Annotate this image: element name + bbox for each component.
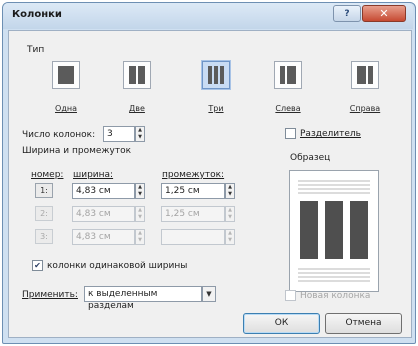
spacing-header: промежуток: (162, 170, 225, 180)
three-columns-icon (208, 66, 224, 84)
left-column-icon (280, 66, 296, 84)
preset-two-button[interactable] (123, 61, 151, 89)
close-button[interactable]: ✕ (362, 5, 406, 22)
preview-page-graphic (298, 180, 370, 282)
column-spacing-input[interactable] (161, 229, 225, 245)
column-count-spinner[interactable]: ▲ ▼ (135, 126, 145, 142)
new-column-checkbox[interactable] (285, 290, 296, 301)
preset-two-label: Две (129, 104, 145, 113)
apply-label: Применить: (22, 290, 78, 300)
preview-label: Образец (290, 153, 331, 163)
column-spacing-input[interactable]: 1,25 см (161, 206, 225, 222)
chevron-down-icon[interactable]: ▼ (202, 286, 216, 302)
one-column-icon (58, 66, 74, 84)
ok-button[interactable]: ОК (243, 313, 320, 334)
dialog-title: Колонки (12, 9, 62, 20)
preset-right-label: Справа (349, 104, 381, 113)
separator-checkbox[interactable] (285, 128, 296, 139)
preset-right-button[interactable] (351, 61, 379, 89)
preset-one-label: Одна (55, 104, 77, 113)
column-width-input[interactable]: 4,83 см (72, 183, 135, 199)
column-width-spinner[interactable]: ▲ ▼ (135, 183, 145, 199)
row-number-button[interactable]: 1: (35, 183, 53, 198)
number-header: номер: (31, 170, 64, 180)
column-width-spinner[interactable]: ▲ ▼ (135, 229, 145, 245)
type-group-label: Тип (27, 45, 45, 55)
column-spacing-spinner[interactable]: ▲ ▼ (225, 183, 235, 199)
new-column-label: Новая колонка (300, 291, 371, 301)
equal-width-label: колонки одинаковой ширины (47, 261, 188, 271)
preview-panel (289, 170, 379, 292)
row-number-button[interactable]: 2: (35, 206, 53, 221)
preset-three-button[interactable] (201, 60, 231, 90)
column-count-label: Число колонок: (22, 130, 96, 140)
preset-three-label: Три (208, 104, 224, 113)
preset-one-button[interactable] (52, 61, 80, 89)
apply-select[interactable]: к выделенным разделам (84, 286, 202, 311)
row-number-button[interactable]: 3: (35, 229, 53, 244)
preset-left-label: Слева (275, 104, 301, 113)
column-count-input[interactable]: 3 (103, 126, 135, 142)
column-width-input[interactable]: 4,83 см (72, 206, 135, 222)
right-column-icon (357, 66, 373, 84)
equal-width-checkbox[interactable]: ✔ (32, 260, 43, 271)
cancel-button[interactable]: Отмена (325, 313, 402, 334)
help-button[interactable]: ? (333, 5, 361, 22)
separator-label: Разделитель (300, 129, 361, 139)
column-width-input[interactable]: 4,83 см (72, 229, 135, 245)
two-columns-icon (129, 66, 145, 84)
column-spacing-spinner[interactable]: ▲ ▼ (225, 206, 235, 222)
width-header: ширина: (73, 170, 114, 180)
column-spacing-input[interactable]: 1,25 см (161, 183, 225, 199)
width-spacing-group-label: Ширина и промежуток (22, 146, 132, 156)
column-spacing-spinner[interactable]: ▲ ▼ (225, 229, 235, 245)
preset-left-button[interactable] (274, 61, 302, 89)
column-width-spinner[interactable]: ▲ ▼ (135, 206, 145, 222)
